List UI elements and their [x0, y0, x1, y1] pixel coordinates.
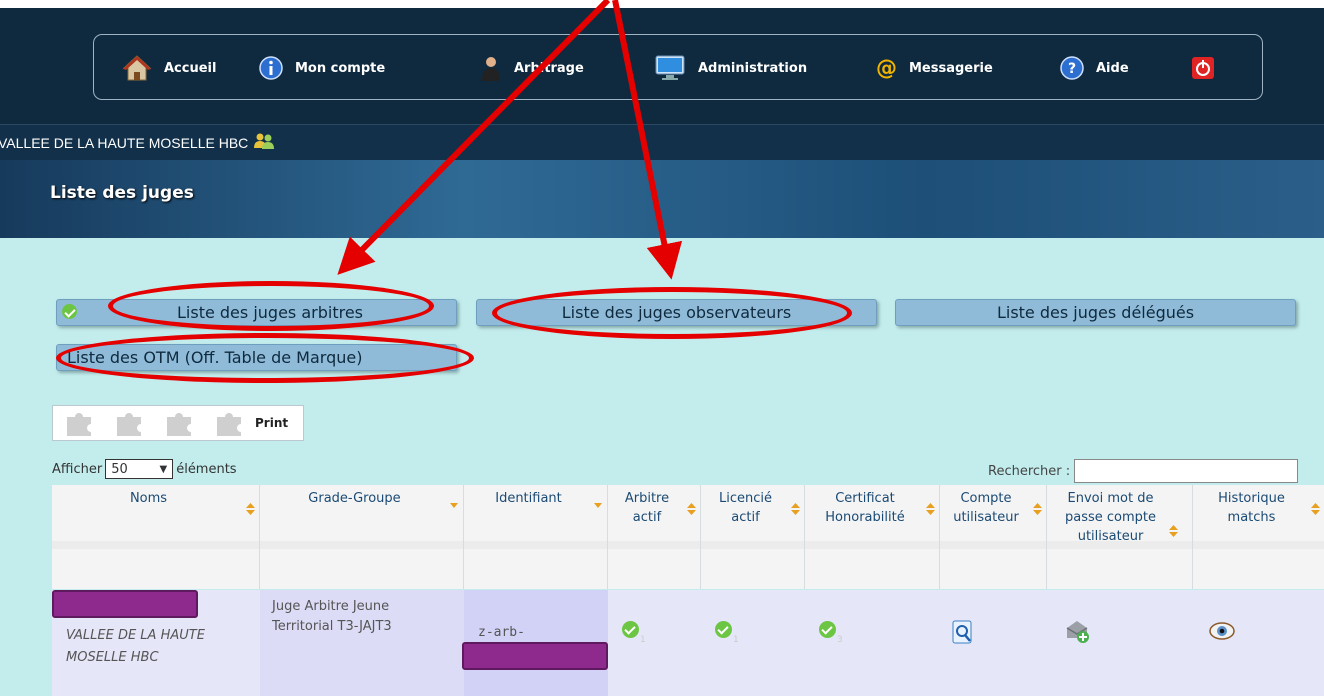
- annotation-arrow: [612, 0, 683, 280]
- annotation-arrow: [337, 0, 611, 275]
- annotation-arrows: [337, 0, 683, 280]
